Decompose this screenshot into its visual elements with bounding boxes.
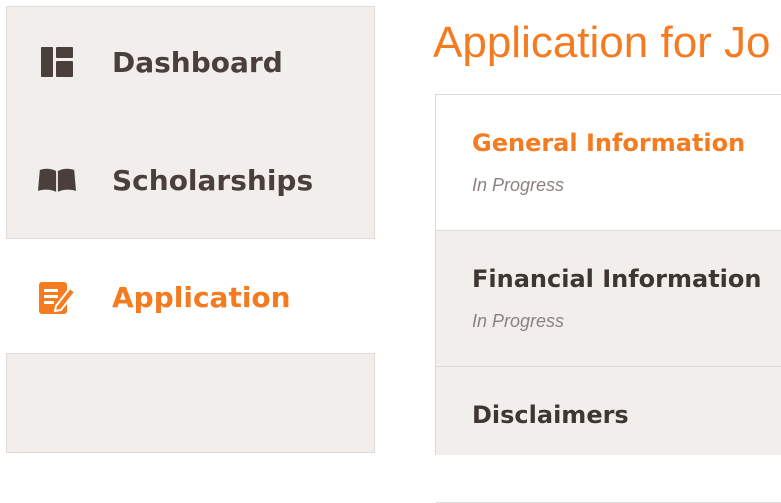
step-disclaimers[interactable]: Disclaimers — [436, 367, 781, 503]
edit-icon — [38, 280, 76, 314]
sidebar-item-label: Dashboard — [112, 45, 283, 79]
sidebar-item-scholarships[interactable]: Scholarships — [6, 150, 375, 210]
application-steps: General Information In Progress Financia… — [435, 94, 781, 503]
step-title: Financial Information — [472, 265, 762, 293]
book-icon — [38, 163, 76, 197]
step-title: General Information — [472, 129, 746, 157]
dashboard-icon — [38, 45, 76, 79]
sidebar-empty-panel — [6, 353, 375, 453]
step-title: Disclaimers — [472, 401, 629, 429]
sidebar-item-label: Application — [112, 280, 291, 314]
step-status: In Progress — [472, 175, 565, 195]
step-status: In Progress — [472, 311, 565, 331]
sidebar-item-dashboard[interactable]: Dashboard — [6, 32, 375, 92]
page-title: Application for Jo — [433, 18, 771, 67]
sidebar-item-application[interactable]: Application — [6, 267, 375, 327]
sidebar-item-label: Scholarships — [112, 163, 314, 197]
step-financial-information[interactable]: Financial Information In Progress — [436, 231, 781, 367]
sidebar: Dashboard Scholarships Application — [6, 0, 375, 453]
step-general-information[interactable]: General Information In Progress — [436, 95, 781, 231]
